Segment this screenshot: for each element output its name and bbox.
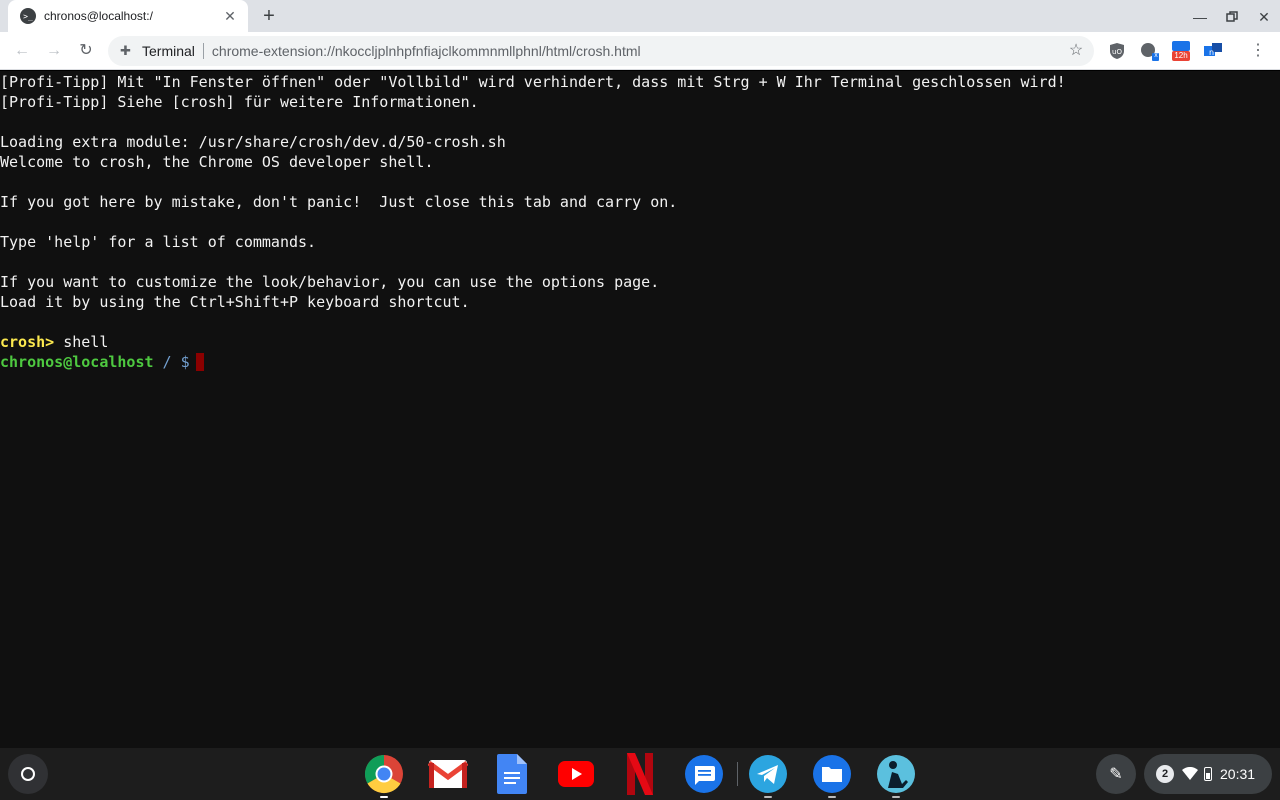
terminal-line: If you got here by mistake, don't panic!…	[0, 193, 678, 211]
meet-extension-icon[interactable]: x	[1139, 41, 1159, 61]
terminal-line: Load it by using the Ctrl+Shift+P keyboa…	[0, 293, 470, 311]
close-window-icon[interactable]: ✕	[1253, 6, 1275, 28]
running-indicator	[764, 796, 772, 798]
telegram-app[interactable]	[746, 752, 790, 798]
pen-icon: ✎	[1109, 766, 1123, 783]
new-tab-button[interactable]: +	[258, 6, 280, 28]
svg-text:uO: uO	[1112, 48, 1122, 56]
messages-icon	[685, 755, 723, 793]
terminal-line: Type 'help' for a list of commands.	[0, 233, 317, 251]
chrome-app[interactable]	[362, 752, 406, 798]
terminal-area[interactable]: [Profi-Tipp] Mit "In Fenster öffnen" ode…	[0, 71, 1280, 748]
remote-desktop-extension-icon[interactable]: n	[1203, 41, 1223, 61]
back-button[interactable]: ←	[10, 39, 34, 63]
running-indicator	[828, 796, 836, 798]
stylus-tools-button[interactable]: ✎	[1096, 754, 1136, 794]
crosh-command: shell	[54, 333, 109, 351]
menu-kebab-icon[interactable]: ⋮	[1248, 41, 1268, 61]
running-indicator	[892, 796, 900, 798]
gmail-app[interactable]	[426, 752, 470, 796]
terminal-line: Loading extra module: /usr/share/crosh/d…	[0, 133, 506, 151]
reload-button[interactable]: ↻	[74, 39, 98, 63]
origin-label: Terminal	[142, 43, 195, 59]
terminal-favicon-icon: >_	[20, 8, 36, 24]
clock-time: 20:31	[1220, 766, 1256, 782]
launcher-circle-icon	[21, 767, 35, 781]
launcher-button[interactable]	[8, 754, 48, 794]
shelf: ✎ 2 20:31	[0, 748, 1280, 800]
forward-button[interactable]: →	[42, 39, 66, 63]
docs-app[interactable]	[490, 752, 534, 796]
gmail-icon	[428, 760, 468, 788]
youtube-icon	[558, 761, 594, 787]
extension-puzzle-icon: ✚	[120, 43, 131, 58]
omnibox-separator	[202, 43, 204, 59]
terminal-line: Welcome to crosh, the Chrome OS develope…	[0, 153, 434, 171]
kindle-app[interactable]	[874, 752, 918, 798]
shell-user: chronos@localhost	[0, 353, 154, 371]
messages-app[interactable]	[682, 752, 726, 796]
files-icon	[813, 755, 851, 793]
files-app[interactable]	[810, 752, 854, 798]
tab-close-icon[interactable]: ✕	[222, 8, 238, 24]
status-tray[interactable]: 2 20:31	[1144, 754, 1272, 794]
meet-badge: x	[1154, 52, 1158, 59]
chrome-icon	[364, 754, 403, 794]
shell-prompt-line[interactable]: chronos@localhost / $	[0, 352, 1280, 372]
browser-toolbar: ← → ↻ ✚ Terminal chrome-extension://nkoc…	[0, 32, 1280, 70]
shelf-divider	[737, 762, 738, 786]
minimize-icon[interactable]: —	[1189, 6, 1211, 28]
text-cursor	[195, 353, 204, 371]
docs-icon	[497, 754, 527, 794]
notification-count-badge: 2	[1156, 765, 1174, 783]
youtube-app[interactable]	[554, 752, 598, 796]
netflix-app[interactable]	[618, 752, 662, 796]
shell-path: / $	[153, 353, 190, 371]
restore-icon[interactable]	[1221, 6, 1243, 28]
calendar-extension-icon[interactable]: 12h	[1171, 41, 1191, 61]
running-indicator	[380, 796, 388, 798]
telegram-icon	[749, 755, 787, 793]
omnibox[interactable]: ✚ Terminal chrome-extension://nkoccljpln…	[108, 36, 1094, 66]
kindle-reader-icon	[877, 755, 915, 793]
crosh-prompt: crosh>	[0, 333, 55, 351]
crosh-prompt-line: crosh> shell	[0, 332, 1280, 352]
url-text[interactable]: chrome-extension://nkoccljplnhpfnfiajclk…	[212, 43, 641, 59]
tab-title: chronos@localhost:/	[44, 9, 153, 23]
svg-text:n: n	[1209, 48, 1214, 57]
bookmark-star-icon[interactable]: ☆	[1066, 41, 1086, 61]
wifi-icon	[1182, 767, 1198, 780]
tab-terminal[interactable]: >_ chronos@localhost:/ ✕	[8, 0, 248, 32]
battery-icon	[1204, 767, 1212, 781]
tab-strip: >_ chronos@localhost:/ ✕ + — ✕	[0, 0, 1280, 32]
netflix-icon	[627, 753, 653, 795]
terminal-line: [Profi-Tipp] Mit "In Fenster öffnen" ode…	[0, 73, 1066, 91]
ublock-shield-icon[interactable]: uO	[1107, 41, 1127, 61]
terminal-line: [Profi-Tipp] Siehe [crosh] für weitere I…	[0, 93, 479, 111]
terminal-line: If you want to customize the look/behavi…	[0, 273, 660, 291]
calendar-badge: 12h	[1174, 51, 1188, 60]
